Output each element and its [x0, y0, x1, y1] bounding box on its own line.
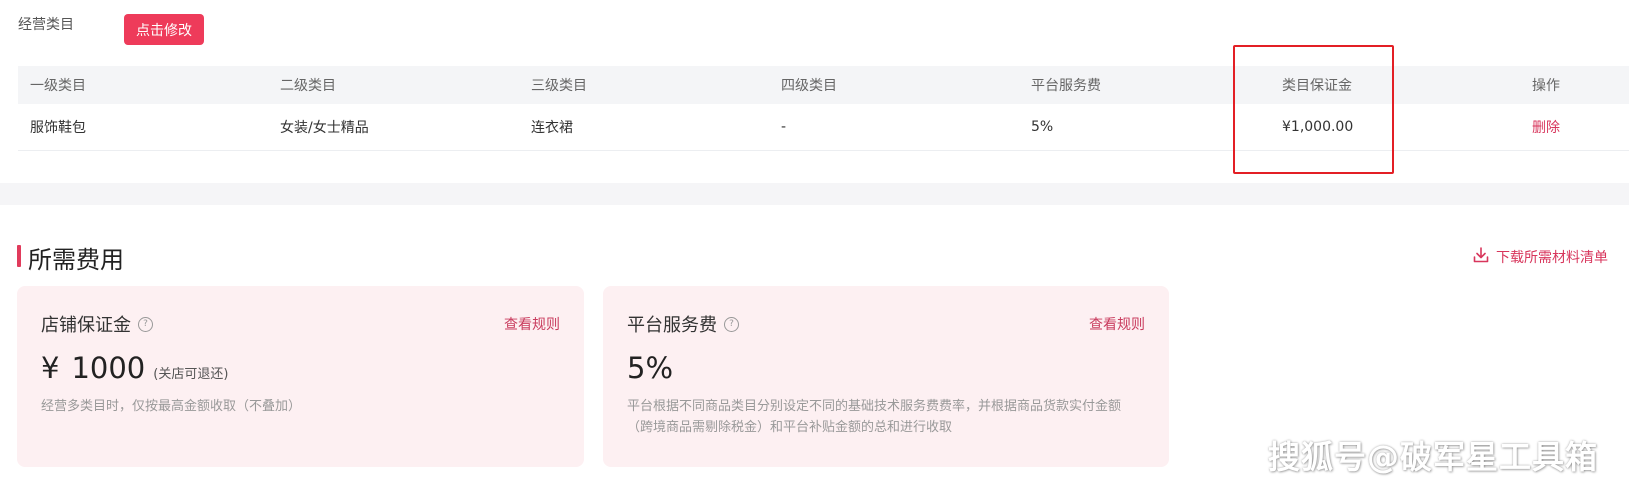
download-materials-link[interactable]: 下载所需材料清单 — [1472, 246, 1608, 268]
deposit-value: 1000 — [71, 351, 146, 385]
cell-service-fee: 5% — [1031, 119, 1054, 135]
help-circle-icon[interactable]: ? — [138, 316, 153, 332]
header-service-fee: 平台服务费 — [1031, 78, 1101, 94]
service-fee-card: 平台服务费 ? 查看规则 5% 平台根据不同商品类目分别设定不同的基础技术服务费… — [603, 286, 1169, 467]
highlight-box — [1233, 45, 1394, 174]
service-fee-title: 平台服务费 — [627, 315, 717, 336]
card-title: 店铺保证金 ? — [41, 311, 153, 337]
deposit-description: 经营多类目时，仅按最高金额收取（不叠加） — [41, 399, 302, 414]
store-deposit-title: 店铺保证金 — [41, 315, 131, 336]
download-icon — [1472, 246, 1490, 268]
section-divider — [0, 183, 1629, 205]
deposit-amount: ¥ 1000 (关店可退还) — [41, 351, 228, 385]
cell-level4: - — [781, 119, 787, 135]
cell-level2: 女装/女士精品 — [280, 120, 369, 136]
view-rules-link[interactable]: 查看规则 — [504, 314, 560, 334]
section-title: 所需费用 — [28, 246, 124, 274]
delete-link[interactable]: 删除 — [1532, 104, 1560, 150]
business-category-label: 经营类目 — [18, 17, 74, 33]
service-fee-description: 平台根据不同商品类目分别设定不同的基础技术服务费费率，并根据商品货款实付金额（跨… — [627, 399, 1122, 435]
view-rules-link[interactable]: 查看规则 — [1089, 314, 1145, 334]
download-label: 下载所需材料清单 — [1496, 250, 1608, 266]
deposit-refund-note: (关店可退还) — [153, 367, 229, 382]
header-level1: 一级类目 — [30, 78, 86, 94]
modify-category-button[interactable]: 点击修改 — [124, 14, 204, 45]
currency-symbol: ¥ — [41, 351, 60, 385]
help-circle-icon[interactable]: ? — [724, 316, 739, 332]
cell-level1: 服饰鞋包 — [30, 120, 86, 136]
service-fee-value: 5% — [627, 351, 674, 385]
watermark-text: 搜狐号@破军星工具箱 — [1268, 438, 1599, 476]
header-level2: 二级类目 — [280, 78, 336, 94]
store-deposit-card: 店铺保证金 ? 查看规则 ¥ 1000 (关店可退还) 经营多类目时，仅按最高金… — [17, 286, 584, 467]
card-title: 平台服务费 ? — [627, 311, 739, 337]
header-actions: 操作 — [1532, 78, 1560, 94]
header-level4: 四级类目 — [781, 78, 837, 94]
section-title-bar — [17, 245, 21, 267]
cell-level3: 连衣裙 — [531, 120, 573, 136]
header-level3: 三级类目 — [531, 78, 587, 94]
